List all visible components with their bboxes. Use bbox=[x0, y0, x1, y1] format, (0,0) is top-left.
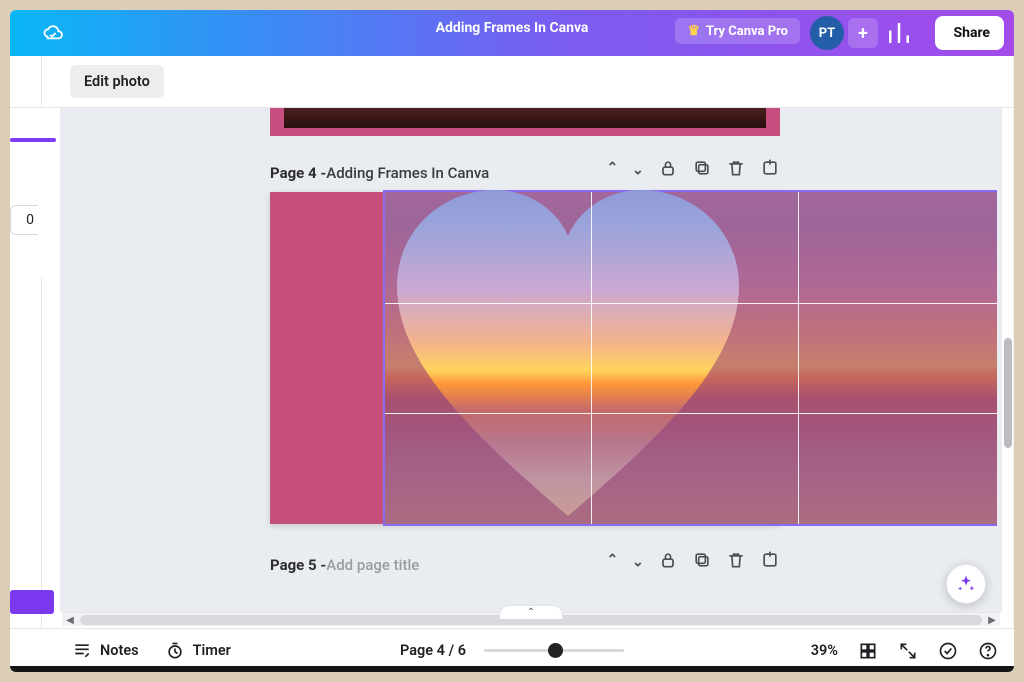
lock-icon[interactable] bbox=[658, 550, 678, 570]
timer-button[interactable]: Timer bbox=[165, 641, 231, 661]
try-pro-button[interactable]: ♛ Try Canva Pro bbox=[675, 18, 800, 44]
window-bottom-strip bbox=[10, 666, 1014, 672]
add-page-icon[interactable] bbox=[760, 158, 780, 178]
help-icon[interactable] bbox=[978, 641, 998, 661]
scroll-right-icon[interactable]: ▶ bbox=[984, 613, 1000, 627]
page-4-tools: ⌃ ⌃ bbox=[607, 158, 780, 178]
vertical-scrollbar[interactable] bbox=[1002, 108, 1012, 612]
crown-icon: ♛ bbox=[687, 23, 700, 39]
share-button[interactable]: Share bbox=[935, 16, 1004, 50]
color-swatch[interactable] bbox=[10, 590, 54, 614]
numeric-field[interactable]: 0 bbox=[10, 205, 38, 235]
zoom-label[interactable]: 39% bbox=[811, 642, 838, 659]
zoom-slider[interactable] bbox=[484, 649, 624, 652]
page-5-tools: ⌃ ⌃ bbox=[607, 550, 780, 570]
pages-scroll[interactable]: Page 4 - Adding Frames In Canva ⌃ ⌃ bbox=[65, 108, 997, 592]
notes-button[interactable]: Notes bbox=[72, 641, 139, 661]
page-down-icon[interactable]: ⌃ bbox=[632, 160, 644, 176]
page-grid-tab[interactable]: ⌃ bbox=[499, 605, 563, 619]
grid-view-icon[interactable] bbox=[858, 641, 878, 661]
canvas-area[interactable]: Page 4 - Adding Frames In Canva ⌃ ⌃ bbox=[60, 108, 1002, 612]
selected-image[interactable] bbox=[385, 192, 997, 524]
try-pro-label: Try Canva Pro bbox=[706, 24, 788, 39]
page-up-icon[interactable]: ⌃ bbox=[607, 552, 619, 568]
trash-icon[interactable] bbox=[726, 550, 746, 570]
slider-knob[interactable] bbox=[548, 643, 563, 658]
lock-icon[interactable] bbox=[658, 158, 678, 178]
page-5-label-prefix: Page 5 - bbox=[270, 556, 326, 574]
app-window: Adding Frames In Canva ♛ Try Canva Pro P… bbox=[10, 10, 1014, 672]
page-5-title-hint[interactable]: Add page title bbox=[326, 556, 419, 574]
page-4[interactable] bbox=[270, 192, 780, 524]
avatar[interactable]: PT bbox=[810, 16, 844, 50]
edit-photo-button[interactable]: Edit photo bbox=[70, 65, 164, 98]
page-5-header: Page 5 - Add page title ⌃ ⌃ bbox=[270, 550, 780, 580]
scrollbar-thumb[interactable] bbox=[1004, 338, 1012, 448]
check-circle-icon[interactable] bbox=[938, 641, 958, 661]
page-indicator[interactable]: Page 4 / 6 bbox=[400, 642, 466, 659]
page-4-title[interactable]: Adding Frames In Canva bbox=[326, 164, 489, 182]
invite-button[interactable]: + bbox=[848, 18, 878, 48]
duplicate-icon[interactable] bbox=[692, 550, 712, 570]
trash-icon[interactable] bbox=[726, 158, 746, 178]
duplicate-icon[interactable] bbox=[692, 158, 712, 178]
fullscreen-icon[interactable] bbox=[898, 641, 918, 661]
cloud-sync-icon[interactable] bbox=[38, 21, 68, 45]
horizontal-scrollbar[interactable]: ◀ ⌃ ▶ bbox=[62, 612, 1000, 626]
context-toolbar: Edit photo bbox=[10, 56, 1014, 108]
notes-label: Notes bbox=[100, 642, 139, 659]
timer-label: Timer bbox=[193, 642, 231, 659]
page-4-label-prefix: Page 4 - bbox=[270, 164, 326, 182]
add-page-icon[interactable] bbox=[760, 550, 780, 570]
scroll-left-icon[interactable]: ◀ bbox=[62, 613, 78, 627]
page-down-icon[interactable]: ⌃ bbox=[632, 552, 644, 568]
heart-frame[interactable] bbox=[397, 190, 739, 524]
magic-assist-button[interactable] bbox=[946, 564, 986, 604]
page-3-peek[interactable] bbox=[270, 108, 780, 136]
document-title[interactable]: Adding Frames In Canva bbox=[436, 20, 589, 36]
share-label: Share bbox=[953, 25, 990, 41]
page-up-icon[interactable]: ⌃ bbox=[607, 160, 619, 176]
top-header: Adding Frames In Canva ♛ Try Canva Pro P… bbox=[10, 10, 1014, 56]
page-4-header: Page 4 - Adding Frames In Canva ⌃ ⌃ bbox=[270, 158, 780, 188]
side-panel-fragment bbox=[10, 108, 60, 278]
analytics-icon[interactable] bbox=[884, 18, 914, 48]
